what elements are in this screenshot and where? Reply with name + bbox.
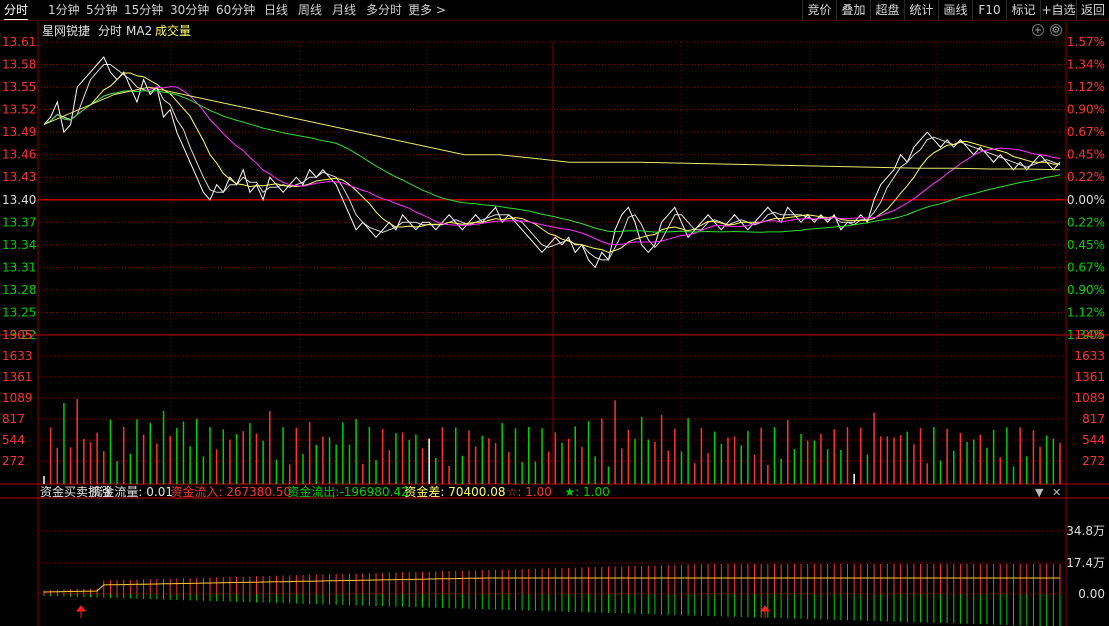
sub-axis-0: 34.8万 [1066, 524, 1105, 538]
pct-tick-4: 0.67% [1067, 125, 1105, 139]
intraday-chart[interactable]: 13.61 1.57% 13.58 1.34% 13.55 1.12% 13.52 0.90%… [0, 21, 1109, 626]
price-tick-7: 13.40 [2, 193, 36, 207]
vol-tick-r-2: 1361 [1074, 370, 1105, 384]
vol-tick-2: 1361 [2, 370, 33, 384]
dropdown-icon[interactable]: ▼ [1035, 486, 1043, 499]
pct-tick-2: 1.12% [1067, 80, 1105, 94]
price-tick-10: 13.31 [2, 260, 36, 274]
price-tick-4: 13.49 [2, 125, 36, 139]
pct-tick-6: 0.22% [1067, 170, 1105, 184]
vol-tick-r-0: 1905 [1074, 328, 1105, 342]
inflow-value: 资金流入: 267380.50 [170, 484, 291, 499]
chart-mode: 分时 [98, 24, 122, 38]
pct-tick-5: 0.45% [1067, 148, 1105, 162]
star-green: ★: 1.00 [564, 485, 609, 499]
vol-tick-r-6: 272 [1082, 454, 1105, 468]
price-tick-9: 13.34 [2, 238, 36, 252]
tab-8[interactable]: 月线 [332, 0, 356, 21]
tab-3[interactable]: 15分钟 [124, 0, 163, 21]
settings-icon[interactable]: ⚙ [1050, 24, 1062, 36]
pct-tick-7: 0.00% [1067, 193, 1105, 207]
vol-tick-r-5: 544 [1082, 433, 1105, 447]
toolbar-button-7[interactable]: +自选 [1040, 0, 1076, 21]
tab-0[interactable]: 分时 [4, 0, 29, 21]
zoom-icon[interactable]: + [1032, 24, 1044, 36]
close-icon[interactable]: ✕ [1052, 486, 1061, 499]
pct-tick-10: 0.67% [1067, 260, 1105, 274]
sub-axis-1: 17.4万 [1066, 556, 1105, 570]
tab-6[interactable]: 日线 [264, 0, 288, 21]
tab-5[interactable]: 60分钟 [216, 0, 255, 21]
price-tick-11: 13.28 [2, 283, 36, 297]
price-tick-2: 13.55 [2, 80, 36, 94]
vol-tick-3: 1089 [2, 391, 33, 405]
star-red: ☆: 1.00 [507, 485, 552, 499]
sub-axis-2: 0.00 [1078, 587, 1105, 601]
vol-tick-r-4: 817 [1082, 412, 1105, 426]
price-tick-6: 13.43 [2, 170, 36, 184]
price-tick-1: 13.58 [2, 58, 36, 72]
price-tick-5: 13.46 [2, 148, 36, 162]
pct-tick-9: 0.45% [1067, 238, 1105, 252]
pct-tick-8: 0.22% [1067, 215, 1105, 229]
tab-10[interactable]: 更多 > [408, 0, 446, 21]
toolbar-button-5[interactable]: F10 [972, 0, 1006, 21]
tab-7[interactable]: 周线 [298, 0, 322, 21]
pct-tick-3: 0.90% [1067, 103, 1105, 117]
ma-short-line [43, 64, 1061, 261]
toolbar-button-8[interactable]: 返回 [1076, 0, 1109, 21]
toolbar-button-3[interactable]: 统计 [904, 0, 938, 21]
pct-tick-11: 0.90% [1067, 283, 1105, 297]
tab-4[interactable]: 30分钟 [170, 0, 209, 21]
pct-tick-1: 1.34% [1067, 58, 1105, 72]
price-tick-12: 13.25 [2, 305, 36, 319]
tab-1[interactable]: 1分钟 [48, 0, 80, 21]
tab-2[interactable]: 5分钟 [86, 0, 118, 21]
period-tab-bar: 分时 1分钟 5分钟 15分钟 30分钟 60分钟 日线 周线 月线 多分时 更多 > 竞价 叠加 超盘统… [0, 0, 1109, 21]
vol-tick-0: 1905 [2, 328, 33, 342]
vol-tick-6: 272 [2, 454, 25, 468]
price-tick-8: 13.37 [2, 215, 36, 229]
volume-label: 成交量 [155, 23, 191, 38]
vol-tick-5: 544 [2, 433, 25, 447]
pct-tick-0: 1.57% [1067, 35, 1105, 49]
vol-tick-4: 817 [2, 412, 25, 426]
tab-9[interactable]: 多分时 [366, 0, 402, 21]
stock-name: 星网锐捷 [42, 24, 90, 38]
price-tick-0: 13.61 [2, 35, 36, 49]
toolbar-button-6[interactable]: 标记 [1006, 0, 1040, 21]
toolbar-button-1[interactable]: 叠加 [836, 0, 870, 21]
outflow-value: 资金流出:-196980.42 [287, 484, 408, 499]
buy-arrow-1 [75, 605, 87, 618]
ma-magenta-line [43, 86, 1061, 246]
toolbar-button-0[interactable]: 竞价 [802, 0, 836, 21]
toolbar-button-4[interactable]: 画线 [938, 0, 972, 21]
vol-tick-1: 1633 [2, 349, 33, 363]
vol-tick-r-3: 1089 [1074, 391, 1105, 405]
ma-label: MA2 [126, 24, 152, 38]
toolbar-button-2[interactable]: 超盘 [870, 0, 904, 21]
flow-value: 资金流量: 0.01 [90, 484, 173, 499]
diff-value: 资金差: 70400.08 [404, 484, 505, 499]
vol-tick-r-1: 1633 [1074, 349, 1105, 363]
pct-tick-12: 1.12% [1067, 305, 1105, 319]
price-tick-3: 13.52 [2, 103, 36, 117]
